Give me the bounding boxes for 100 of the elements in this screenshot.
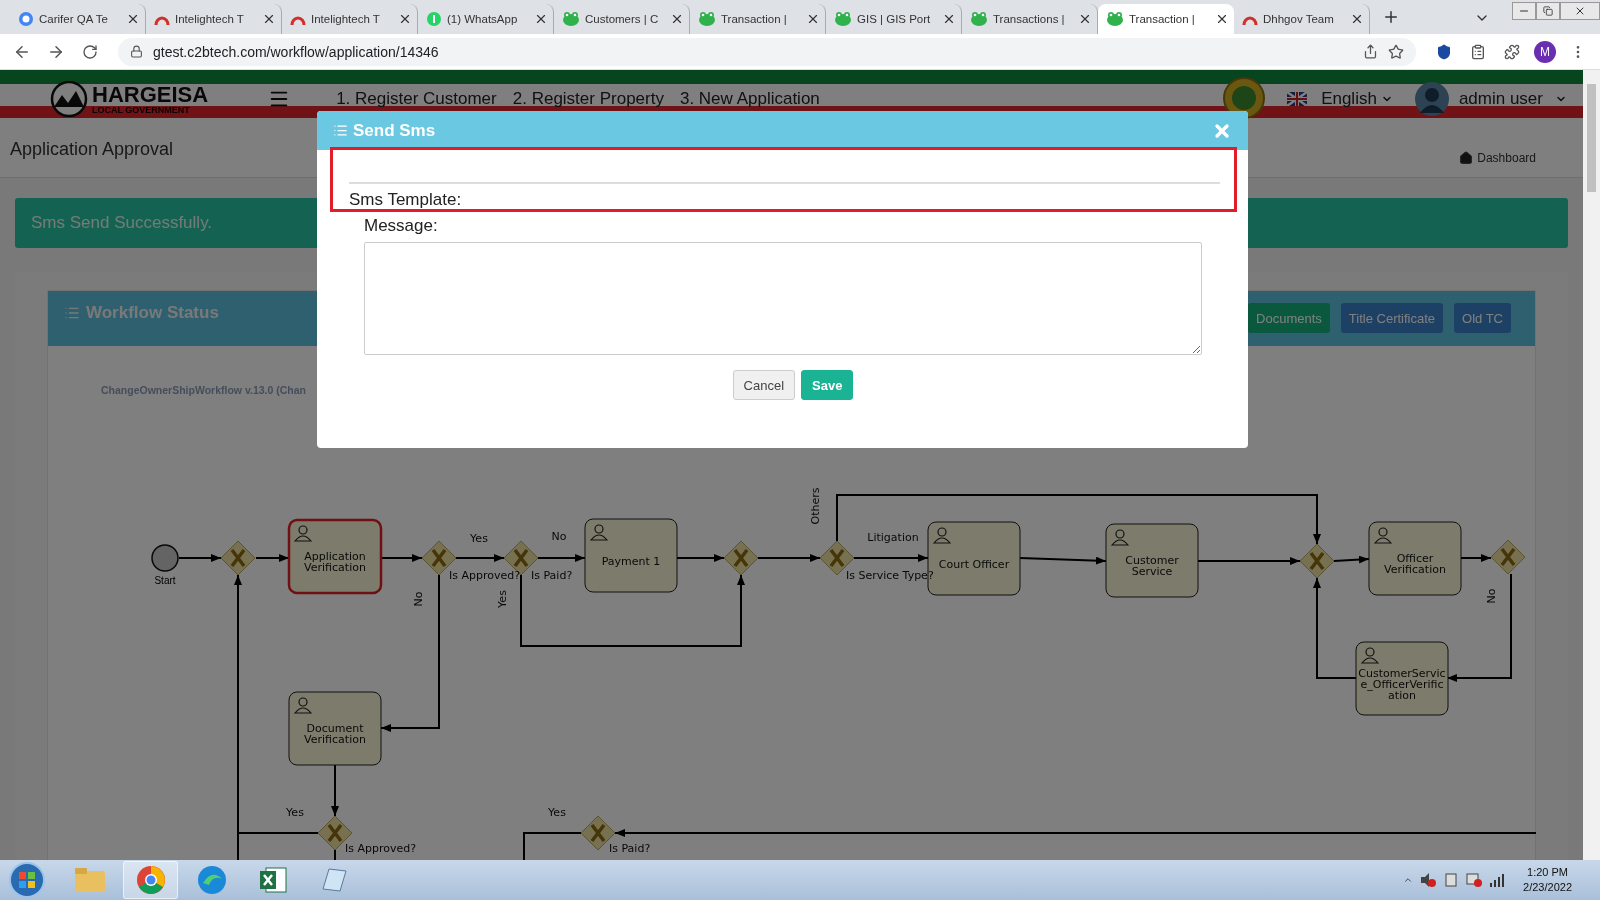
device-icon[interactable] <box>1443 872 1460 888</box>
taskbar-app[interactable] <box>123 861 178 899</box>
flow-arrow <box>331 764 339 817</box>
cancel-button[interactable]: Cancel <box>732 370 796 400</box>
close-icon[interactable] <box>806 12 820 26</box>
page-title: Application Approval <box>10 139 175 160</box>
flow-arrow <box>537 554 586 562</box>
nav-link[interactable]: 3. New Application <box>679 89 820 109</box>
person-icon <box>1111 529 1129 546</box>
flow-line <box>334 849 336 860</box>
person-icon <box>933 527 951 544</box>
close-icon[interactable] <box>1078 12 1092 26</box>
field-label: Message: <box>364 216 439 236</box>
clock-time: 1:20 PM <box>1527 865 1568 880</box>
edge-label: Yes <box>496 590 509 608</box>
minimize-icon[interactable] <box>1512 2 1536 20</box>
language-dropdown[interactable]: English <box>1321 89 1393 109</box>
close-icon[interactable] <box>942 12 956 26</box>
flow-line <box>237 832 239 860</box>
share-icon[interactable] <box>1363 44 1378 59</box>
start-icon[interactable] <box>8 861 46 899</box>
logo-subtitle: LOCAL GOVERNMENT <box>92 105 191 115</box>
close-icon[interactable] <box>1350 12 1364 26</box>
frog-icon <box>562 11 580 27</box>
spreadsheet-icon <box>257 865 288 895</box>
task-label: Application Verification <box>303 551 367 573</box>
flag-icon <box>1287 92 1308 106</box>
signal-icon[interactable] <box>1489 873 1506 887</box>
logo-icon <box>48 81 90 117</box>
close-icon[interactable] <box>398 12 412 26</box>
task-box[interactable] <box>584 518 678 593</box>
start-event <box>151 544 179 572</box>
task-label: Document Verification <box>303 723 367 745</box>
logo-title: HARGEISA <box>92 83 209 106</box>
chat-icon <box>426 11 442 27</box>
flow-arrow <box>455 554 505 562</box>
gateway-diamond <box>220 540 256 576</box>
lock-icon <box>130 45 143 58</box>
close-icon[interactable] <box>262 12 276 26</box>
list-icon <box>64 305 80 321</box>
close-icon[interactable] <box>126 12 140 26</box>
browser-tab[interactable]: Transaction | <box>1098 4 1234 34</box>
address-bar[interactable]: gtest.c2btech.com/workflow/application/14346 <box>118 37 1416 66</box>
person-icon <box>1374 527 1392 544</box>
person-icon <box>590 524 608 541</box>
nav-link[interactable]: 2. Register Property <box>512 89 664 109</box>
task-box[interactable] <box>1368 521 1462 596</box>
network-error-icon[interactable] <box>1465 872 1484 888</box>
volume-muted-icon[interactable] <box>1419 872 1438 888</box>
close-icon[interactable] <box>670 12 684 26</box>
nav-link[interactable]: 1. Register Customer <box>336 89 497 109</box>
flow-line <box>523 832 582 860</box>
close-icon[interactable] <box>1215 12 1229 26</box>
gateway-label: Is Approved? <box>345 842 417 855</box>
edge-label: Yes <box>548 806 566 819</box>
restore-icon[interactable] <box>1536 2 1560 20</box>
gateway-label: Is Approved? <box>449 569 521 582</box>
gateway-label: Is Service Type? <box>846 569 934 582</box>
gateway-diamond <box>1299 543 1335 579</box>
task-label: Officer Verification <box>1383 553 1447 575</box>
gateway-diamond <box>580 815 616 851</box>
edge-label: Litigation <box>867 531 919 544</box>
frog-icon <box>834 11 852 27</box>
edge-label: No <box>1485 588 1498 604</box>
flow-arrow <box>178 554 222 562</box>
user-dropdown[interactable]: admin user <box>1458 89 1567 109</box>
edge-label: Yes <box>286 806 304 819</box>
close-icon[interactable] <box>534 12 548 26</box>
gateway-diamond <box>317 815 353 851</box>
task-label: Customer Service <box>1124 555 1180 577</box>
flow-arrow <box>757 554 821 562</box>
task-box[interactable] <box>287 518 383 595</box>
gateway-diamond <box>1490 539 1526 575</box>
frog-icon <box>970 11 988 27</box>
task-label: CustomerService_OfficerVerification <box>1358 667 1446 701</box>
star-icon[interactable] <box>1388 43 1404 60</box>
profile-avatar[interactable]: M <box>1534 40 1556 63</box>
message-field[interactable] <box>364 242 1202 355</box>
dialog-title: Send Sms <box>333 120 1212 141</box>
task-box[interactable] <box>1355 641 1449 716</box>
scrollbar-thumb[interactable] <box>1587 84 1596 192</box>
avatar-icon <box>1414 81 1449 117</box>
flow-arrow <box>255 554 290 562</box>
edge-label: No <box>551 530 567 543</box>
breadcrumb-link[interactable]: Dashboard <box>1459 150 1536 165</box>
diagram-title: ChangeOwnerShipWorkflow v.13.0 (Chan <box>101 384 306 396</box>
home-icon <box>1459 150 1474 165</box>
flow-arrow <box>380 554 423 562</box>
new-tab-icon[interactable] <box>1382 8 1400 26</box>
task-box[interactable] <box>1105 523 1199 598</box>
task-box[interactable] <box>288 691 382 766</box>
favicon-icon <box>18 11 34 27</box>
edge-label: Others <box>809 487 822 525</box>
list-icon <box>333 123 348 138</box>
gateway-label: Is Paid? <box>531 569 573 582</box>
task-label: Payment 1 <box>601 555 661 567</box>
edge-label: No <box>412 591 425 607</box>
browser-icon <box>135 865 166 895</box>
start-label: Start <box>154 575 176 586</box>
folder-icon <box>73 867 106 893</box>
